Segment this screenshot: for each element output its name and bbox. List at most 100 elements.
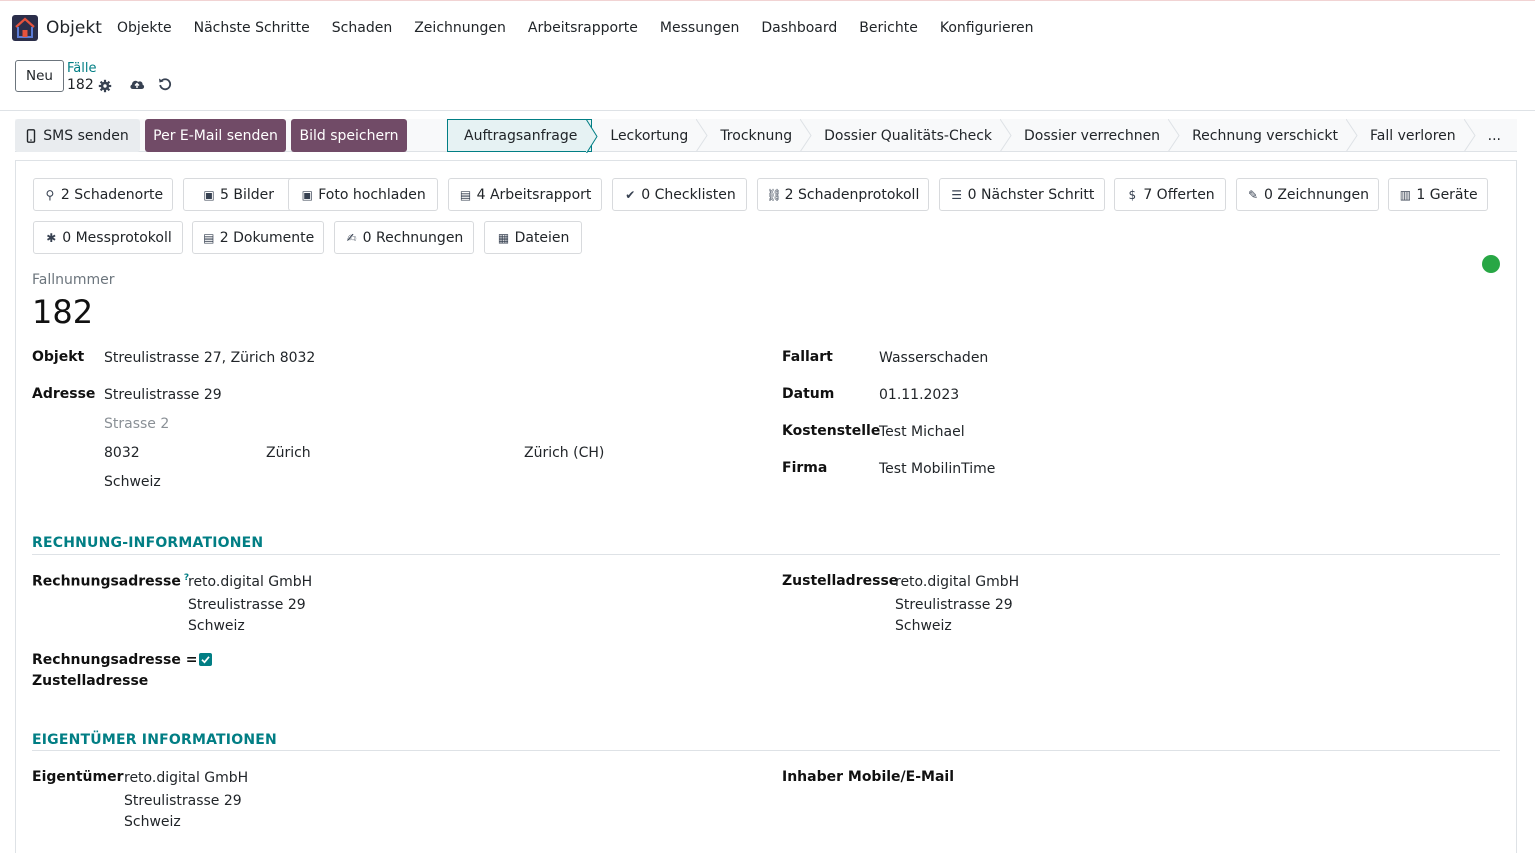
stage-leckortung[interactable]: Leckortung xyxy=(592,119,708,152)
smart-button-label: 0 Zeichnungen xyxy=(1263,186,1369,203)
gear-icon[interactable] xyxy=(98,79,112,93)
smart-button-label: Foto hochladen xyxy=(318,186,426,203)
sms-send-button[interactable]: SMS senden xyxy=(15,119,140,152)
fallart-field[interactable]: Wasserschaden xyxy=(879,350,988,366)
email-send-button[interactable]: Per E-Mail senden xyxy=(145,119,286,152)
app-name[interactable]: Objekt xyxy=(46,18,102,38)
objekt-label: Objekt xyxy=(32,349,85,365)
rechnung-section-title: RECHNUNG-INFORMATIONEN xyxy=(32,535,264,551)
stage-label: Trocknung xyxy=(720,127,793,144)
smart-button-rechnungen[interactable]: ✍ 0 Rechnungen xyxy=(334,221,474,254)
stage-more-dropdown[interactable]: ... xyxy=(1470,119,1517,152)
new-button[interactable]: Neu xyxy=(15,60,64,92)
smart-button-schadenorte[interactable]: ⚲ 2 Schadenorte xyxy=(33,178,173,211)
menu-item-messungen[interactable]: Messungen xyxy=(649,20,750,36)
smart-button-label: 7 Offerten xyxy=(1143,186,1215,203)
rechnungsadresse-line: Schweiz xyxy=(188,618,245,634)
form-statusbar: SMS senden Per E-Mail senden Bild speich… xyxy=(15,119,1517,153)
stage-more-label: ... xyxy=(1487,127,1501,144)
smart-button-checklisten[interactable]: ✔ 0 Checklisten xyxy=(612,178,747,211)
stage-trocknung[interactable]: Trocknung xyxy=(702,119,812,152)
file-icon: ▤ xyxy=(459,187,472,202)
menu-item-arbeitsrapporte[interactable]: Arbeitsrapporte xyxy=(517,20,649,36)
smart-button-label: 0 Rechnungen xyxy=(362,229,464,246)
smart-button-offerten[interactable]: $ 7 Offerten xyxy=(1114,178,1226,211)
kostenstelle-label: Kostenstelle xyxy=(782,423,881,439)
menu-item-objekte[interactable]: Objekte xyxy=(106,20,183,36)
state-field[interactable]: Zürich (CH) xyxy=(524,445,604,461)
menu-item-konfigurieren[interactable]: Konfigurieren xyxy=(929,20,1045,36)
stage-fall-verloren[interactable]: Fall verloren xyxy=(1352,119,1476,152)
breadcrumb-parent[interactable]: Fälle xyxy=(67,61,96,76)
eigentuemer-line: Schweiz xyxy=(124,814,181,830)
cloud-upload-icon[interactable] xyxy=(129,77,145,91)
save-image-button[interactable]: Bild speichern xyxy=(291,119,407,152)
smart-button-foto-hochladen[interactable]: ▣ Foto hochladen xyxy=(288,178,438,211)
smart-button-label: 0 Nächster Schritt xyxy=(967,186,1095,203)
street-field[interactable]: Streulistrasse 29 xyxy=(104,387,222,403)
smart-button-label: 4 Arbeitsrapport xyxy=(476,186,592,203)
smart-button-arbeitsrapport[interactable]: ▤ 4 Arbeitsrapport xyxy=(448,178,602,211)
smart-button-dokumente[interactable]: ▤ 2 Dokumente xyxy=(192,221,324,254)
asterisk-icon: ✱ xyxy=(46,230,57,245)
smart-button-label: 1 Geräte xyxy=(1416,186,1478,203)
smart-button-label: 0 Checklisten xyxy=(641,186,736,203)
menu-item-naechste-schritte[interactable]: Nächste Schritte xyxy=(183,20,321,36)
smart-button-dateien[interactable]: ▦ Dateien xyxy=(484,221,582,254)
eigentuemer-label: Eigentümer xyxy=(32,769,124,785)
zip-field[interactable]: 8032 xyxy=(104,445,140,461)
main-menu: Objekte Nächste Schritte Schaden Zeichnu… xyxy=(106,20,1045,36)
stage-auftragsanfrage[interactable]: Auftragsanfrage xyxy=(447,119,598,153)
form-sheet: ⚲ 2 Schadenorte ▣ 5 Bilder ▣ Foto hochla… xyxy=(15,160,1517,853)
section-divider xyxy=(32,750,1500,751)
smart-button-messprotokoll[interactable]: ✱ 0 Messprotokoll xyxy=(33,221,183,254)
smart-button-zeichnungen[interactable]: ✎ 0 Zeichnungen xyxy=(1236,178,1379,211)
rechnungsadresse-line[interactable]: reto.digital GmbH xyxy=(188,574,312,590)
control-panel-divider xyxy=(0,110,1535,111)
rechnungsadresse-line: Streulistrasse 29 xyxy=(188,597,306,613)
street2-field[interactable]: Strasse 2 xyxy=(104,416,169,432)
firma-field[interactable]: Test MobilinTime xyxy=(879,461,995,477)
menu-item-dashboard[interactable]: Dashboard xyxy=(750,20,848,36)
house-app-icon[interactable] xyxy=(12,15,38,41)
stage-dossier-verrechnen[interactable]: Dossier verrechnen xyxy=(1006,119,1180,152)
city-field[interactable]: Zürich xyxy=(266,445,311,461)
datum-field[interactable]: 01.11.2023 xyxy=(879,387,959,403)
zustelladresse-line[interactable]: reto.digital GmbH xyxy=(895,574,1019,590)
country-field[interactable]: Schweiz xyxy=(104,474,161,490)
eigentuemer-line[interactable]: reto.digital GmbH xyxy=(124,770,248,786)
stage-dossier-qualitaets-check[interactable]: Dossier Qualitäts-Check xyxy=(806,119,1012,152)
fallnummer-value[interactable]: 182 xyxy=(32,293,93,331)
zustelladresse-line: Schweiz xyxy=(895,618,952,634)
zustelladresse-line: Streulistrasse 29 xyxy=(895,597,1013,613)
smart-button-bilder[interactable]: ▣ 5 Bilder xyxy=(183,178,293,211)
menu-item-zeichnungen[interactable]: Zeichnungen xyxy=(403,20,517,36)
objekt-field[interactable]: Streulistrasse 27, Zürich 8032 xyxy=(104,350,315,366)
menu-item-schaden[interactable]: Schaden xyxy=(321,20,403,36)
list-icon: ☰ xyxy=(951,187,963,202)
top-navbar: Objekt Objekte Nächste Schritte Schaden … xyxy=(0,6,1535,52)
status-indicator xyxy=(1482,255,1500,273)
pencil-icon: ✎ xyxy=(1247,187,1259,202)
stage-label: Fall verloren xyxy=(1370,127,1456,144)
rechnungsadresse-label: Rechnungsadresse? xyxy=(32,573,189,590)
image-icon: ▣ xyxy=(301,187,313,202)
edit-icon: ✍ xyxy=(346,230,357,245)
smart-button-geraete[interactable]: ▥ 1 Geräte xyxy=(1388,178,1488,211)
smart-button-naechster-schritt[interactable]: ☰ 0 Nächster Schritt xyxy=(939,178,1105,211)
checkmark-icon xyxy=(201,656,210,664)
stage-rechnung-verschickt[interactable]: Rechnung verschickt xyxy=(1174,119,1358,152)
dollar-icon: $ xyxy=(1128,187,1137,202)
menu-item-berichte[interactable]: Berichte xyxy=(848,20,929,36)
map-marker-icon: ⚲ xyxy=(45,187,55,202)
chain-icon: ⛓ xyxy=(766,187,782,202)
stage-pipeline: Auftragsanfrage Leckortung Trocknung Dos… xyxy=(447,119,1517,153)
image-icon: ▣ xyxy=(203,187,215,202)
discard-icon[interactable] xyxy=(158,77,172,91)
smart-button-label: 2 Schadenorte xyxy=(60,186,164,203)
kostenstelle-field[interactable]: Test Michael xyxy=(879,424,965,440)
smart-button-schadenprotokoll[interactable]: ⛓ 2 Schadenprotokoll xyxy=(757,178,929,211)
smart-button-label: 2 Schadenprotokoll xyxy=(784,186,920,203)
excel-file-icon: ▦ xyxy=(497,230,510,245)
same-address-checkbox[interactable] xyxy=(199,653,212,666)
